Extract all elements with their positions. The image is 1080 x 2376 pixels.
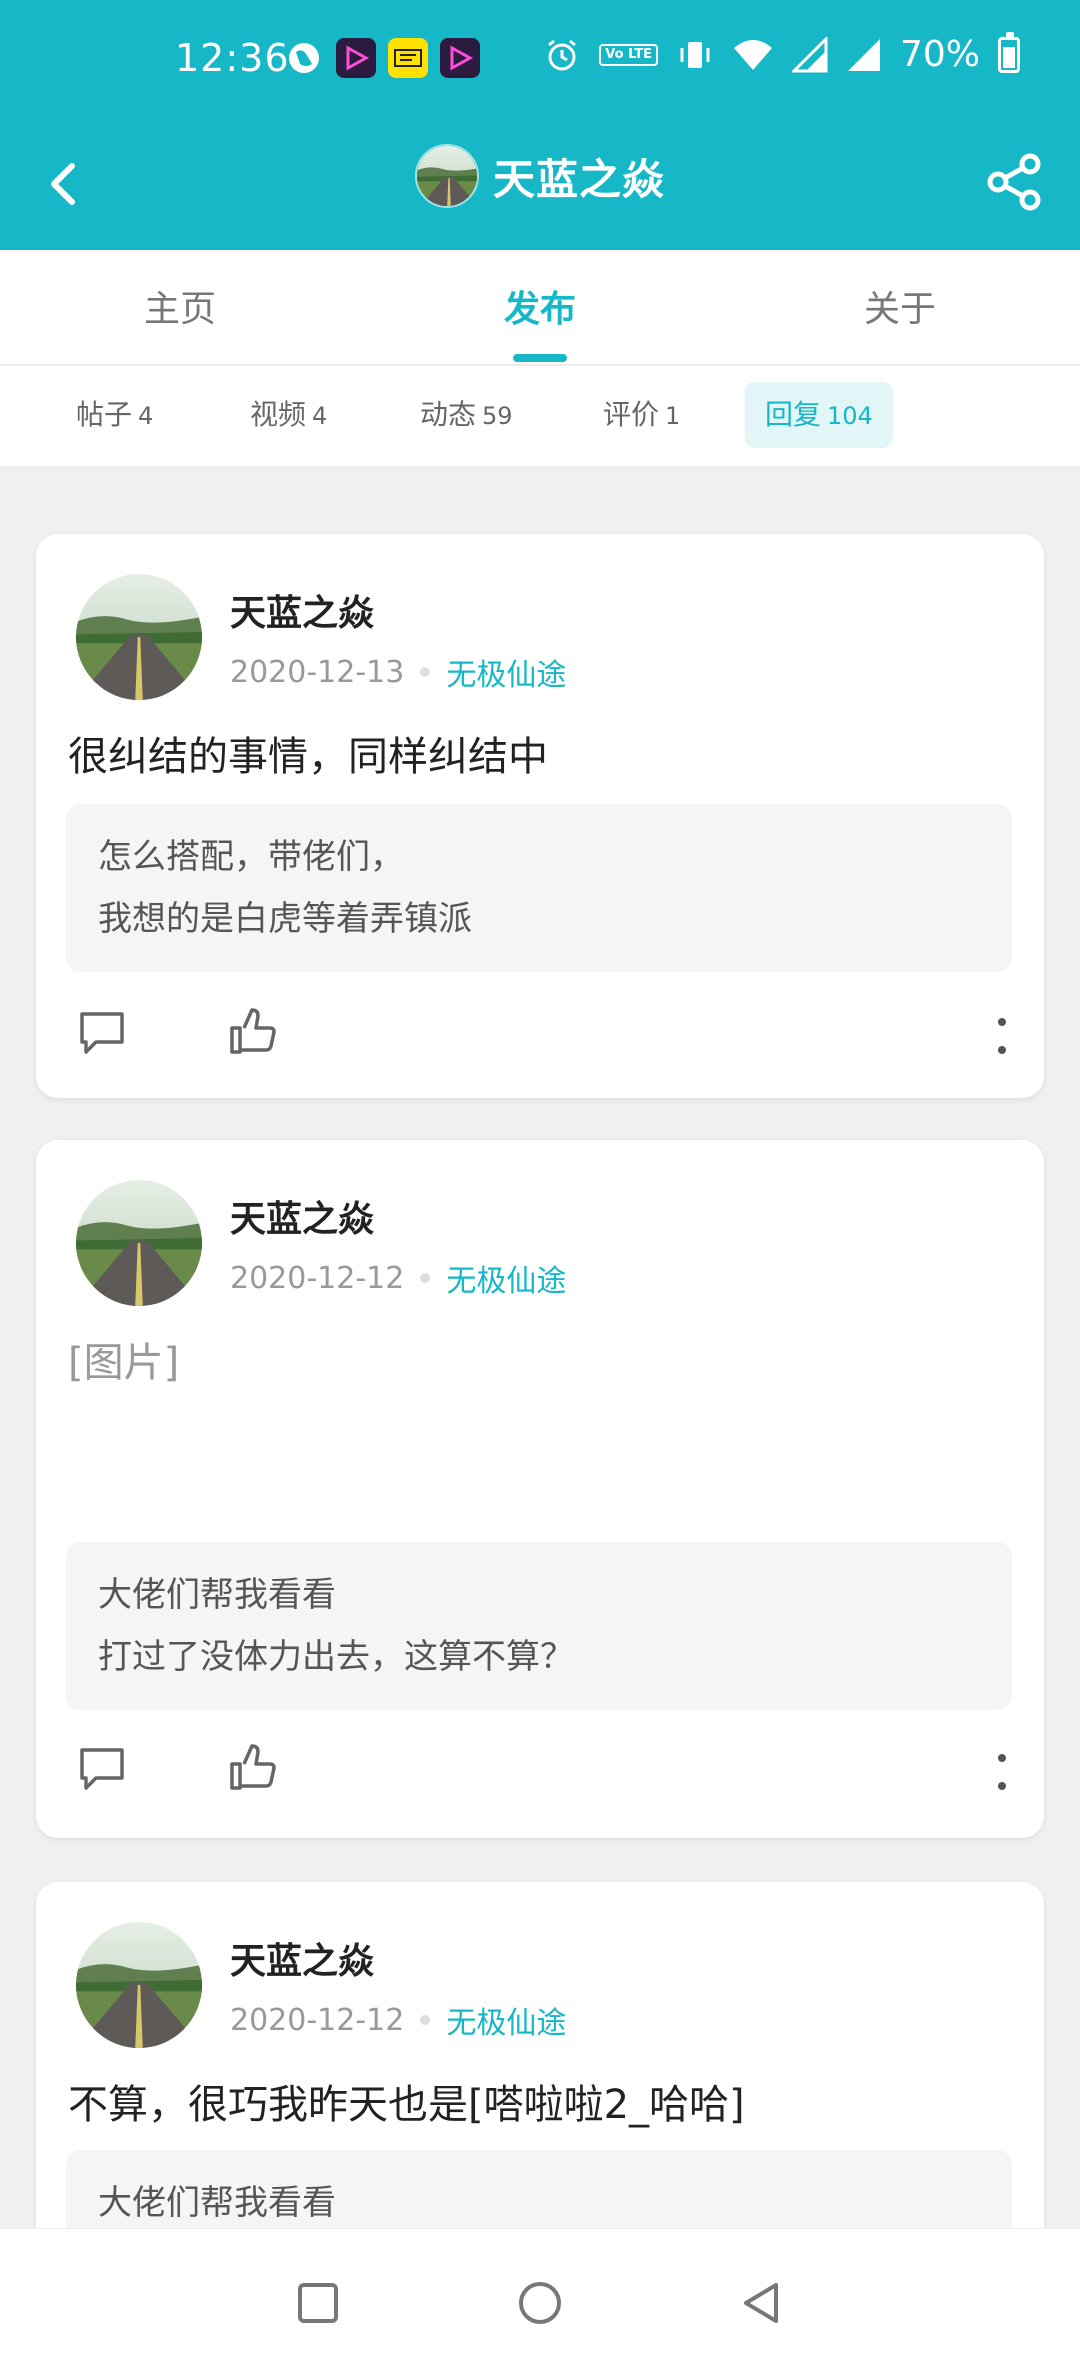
tab-home[interactable]: 主页 bbox=[144, 280, 216, 332]
post-meta: 2020-12-12 无极仙途 bbox=[230, 1998, 566, 2042]
vibrate-icon bbox=[680, 41, 710, 68]
author-name[interactable]: 天蓝之焱 bbox=[230, 584, 374, 636]
battery-percent: 70% bbox=[899, 34, 980, 75]
volte-icon: Vo LTE bbox=[599, 43, 658, 66]
avatar bbox=[414, 144, 479, 208]
signal-icon bbox=[791, 36, 828, 72]
reply-image-placeholder[interactable]: [图片] bbox=[68, 1330, 179, 1388]
more-icon[interactable] bbox=[996, 1016, 1008, 1056]
comment-icon[interactable] bbox=[72, 1002, 132, 1062]
filter-reviews[interactable]: 评价 1 bbox=[583, 382, 700, 448]
avatar[interactable] bbox=[76, 1922, 202, 2048]
home-button[interactable] bbox=[508, 2271, 572, 2335]
separator-dot bbox=[420, 667, 431, 677]
back-nav-button[interactable] bbox=[730, 2271, 794, 2335]
quote-line: 怎么搭配，带佬们， bbox=[98, 837, 404, 877]
filter-label: 帖子 bbox=[76, 398, 133, 431]
filter-replies[interactable]: 回复 104 bbox=[745, 382, 893, 448]
page-title: 天蓝之焱 bbox=[492, 154, 665, 204]
tab-published[interactable]: 发布 bbox=[504, 280, 576, 332]
reply-card[interactable]: 天蓝之焱 2020-12-12 无极仙途 [图片] 大佬们帮我看看 打过了没体力… bbox=[36, 1140, 1044, 1838]
card-actions bbox=[72, 1738, 1008, 1808]
app-header: 天蓝之焱 bbox=[0, 122, 1080, 250]
reply-text[interactable]: 不算，很巧我昨天也是[嗒啦啦2_哈哈] bbox=[68, 2072, 745, 2130]
share-icon[interactable] bbox=[978, 146, 1050, 218]
signal-icon bbox=[847, 38, 880, 71]
filter-count: 4 bbox=[138, 402, 154, 430]
like-icon[interactable] bbox=[222, 1738, 282, 1798]
battery-icon bbox=[998, 31, 1020, 73]
status-bar: 12:36 Vo LTE 70% bbox=[0, 0, 1080, 122]
post-meta: 2020-12-13 无极仙途 bbox=[230, 650, 566, 694]
reply-card[interactable]: 天蓝之焱 2020-12-12 无极仙途 不算，很巧我昨天也是[嗒啦啦2_哈哈]… bbox=[36, 1882, 1044, 2228]
filter-label: 动态 bbox=[420, 398, 477, 431]
profile-title: 天蓝之焱 bbox=[0, 144, 1080, 208]
profile-tabs: 主页 发布 关于 bbox=[0, 250, 1080, 366]
filter-label: 视频 bbox=[250, 398, 307, 431]
video-app-icon bbox=[336, 38, 376, 78]
globe-icon bbox=[284, 38, 324, 78]
tab-about[interactable]: 关于 bbox=[864, 280, 936, 332]
system-navigation-bar bbox=[0, 2228, 1080, 2376]
filter-label: 评价 bbox=[603, 398, 660, 431]
game-tag[interactable]: 无极仙途 bbox=[446, 650, 566, 694]
filter-label: 回复 bbox=[765, 398, 822, 431]
more-icon[interactable] bbox=[996, 1752, 1008, 1792]
quoted-post[interactable]: 大佬们帮我看看 bbox=[66, 2150, 1012, 2228]
active-tab-indicator bbox=[513, 354, 567, 362]
system-status-icons: Vo LTE 70% bbox=[543, 31, 1020, 75]
quoted-post[interactable]: 大佬们帮我看看 打过了没体力出去，这算不算？ bbox=[66, 1542, 1012, 1710]
reply-card[interactable]: 天蓝之焱 2020-12-13 无极仙途 很纠结的事情，同样纠结中 怎么搭配，带… bbox=[36, 534, 1044, 1098]
game-tag[interactable]: 无极仙途 bbox=[446, 1256, 566, 1300]
separator-dot bbox=[420, 2015, 431, 2025]
top-bar: 12:36 Vo LTE 70% 天蓝之焱 bbox=[0, 0, 1080, 250]
wifi-icon bbox=[733, 39, 772, 70]
content-filter: 帖子 4 视频 4 动态 59 评价 1 回复 104 bbox=[0, 366, 1080, 466]
notification-icons bbox=[284, 38, 480, 78]
yellow-app-icon bbox=[388, 38, 428, 78]
quote-line: 大佬们帮我看看 bbox=[98, 1575, 336, 1615]
post-date: 2020-12-12 bbox=[230, 2002, 405, 2038]
video-app-icon bbox=[440, 38, 480, 78]
quote-line: 打过了没体力出去，这算不算？ bbox=[98, 1637, 574, 1677]
filter-videos[interactable]: 视频 4 bbox=[230, 382, 347, 448]
filter-moments[interactable]: 动态 59 bbox=[400, 382, 533, 448]
like-icon[interactable] bbox=[222, 1002, 282, 1062]
avatar[interactable] bbox=[76, 1180, 202, 1306]
game-tag[interactable]: 无极仙途 bbox=[446, 1998, 566, 2042]
quote-line: 我想的是白虎等着弄镇派 bbox=[98, 899, 472, 939]
post-date: 2020-12-12 bbox=[230, 1260, 405, 1296]
comment-icon[interactable] bbox=[72, 1738, 132, 1798]
filter-count: 4 bbox=[312, 402, 328, 430]
status-time: 12:36 bbox=[175, 36, 290, 80]
reply-feed[interactable]: 天蓝之焱 2020-12-13 无极仙途 很纠结的事情，同样纠结中 怎么搭配，带… bbox=[0, 466, 1080, 2228]
reply-text[interactable]: 很纠结的事情，同样纠结中 bbox=[68, 724, 548, 782]
author-name[interactable]: 天蓝之焱 bbox=[230, 1190, 374, 1242]
quote-line: 大佬们帮我看看 bbox=[98, 2183, 336, 2223]
card-actions bbox=[72, 1002, 1008, 1072]
filter-posts[interactable]: 帖子 4 bbox=[56, 382, 173, 448]
filter-count: 1 bbox=[665, 402, 681, 430]
author-name[interactable]: 天蓝之焱 bbox=[230, 1932, 374, 1984]
filter-count: 59 bbox=[482, 402, 513, 430]
quoted-post[interactable]: 怎么搭配，带佬们， 我想的是白虎等着弄镇派 bbox=[66, 804, 1012, 972]
avatar[interactable] bbox=[76, 574, 202, 700]
post-meta: 2020-12-12 无极仙途 bbox=[230, 1256, 566, 1300]
recents-button[interactable] bbox=[286, 2271, 350, 2335]
filter-count: 104 bbox=[827, 402, 873, 430]
separator-dot bbox=[420, 1273, 431, 1283]
alarm-icon bbox=[548, 39, 577, 70]
post-date: 2020-12-13 bbox=[230, 654, 405, 690]
